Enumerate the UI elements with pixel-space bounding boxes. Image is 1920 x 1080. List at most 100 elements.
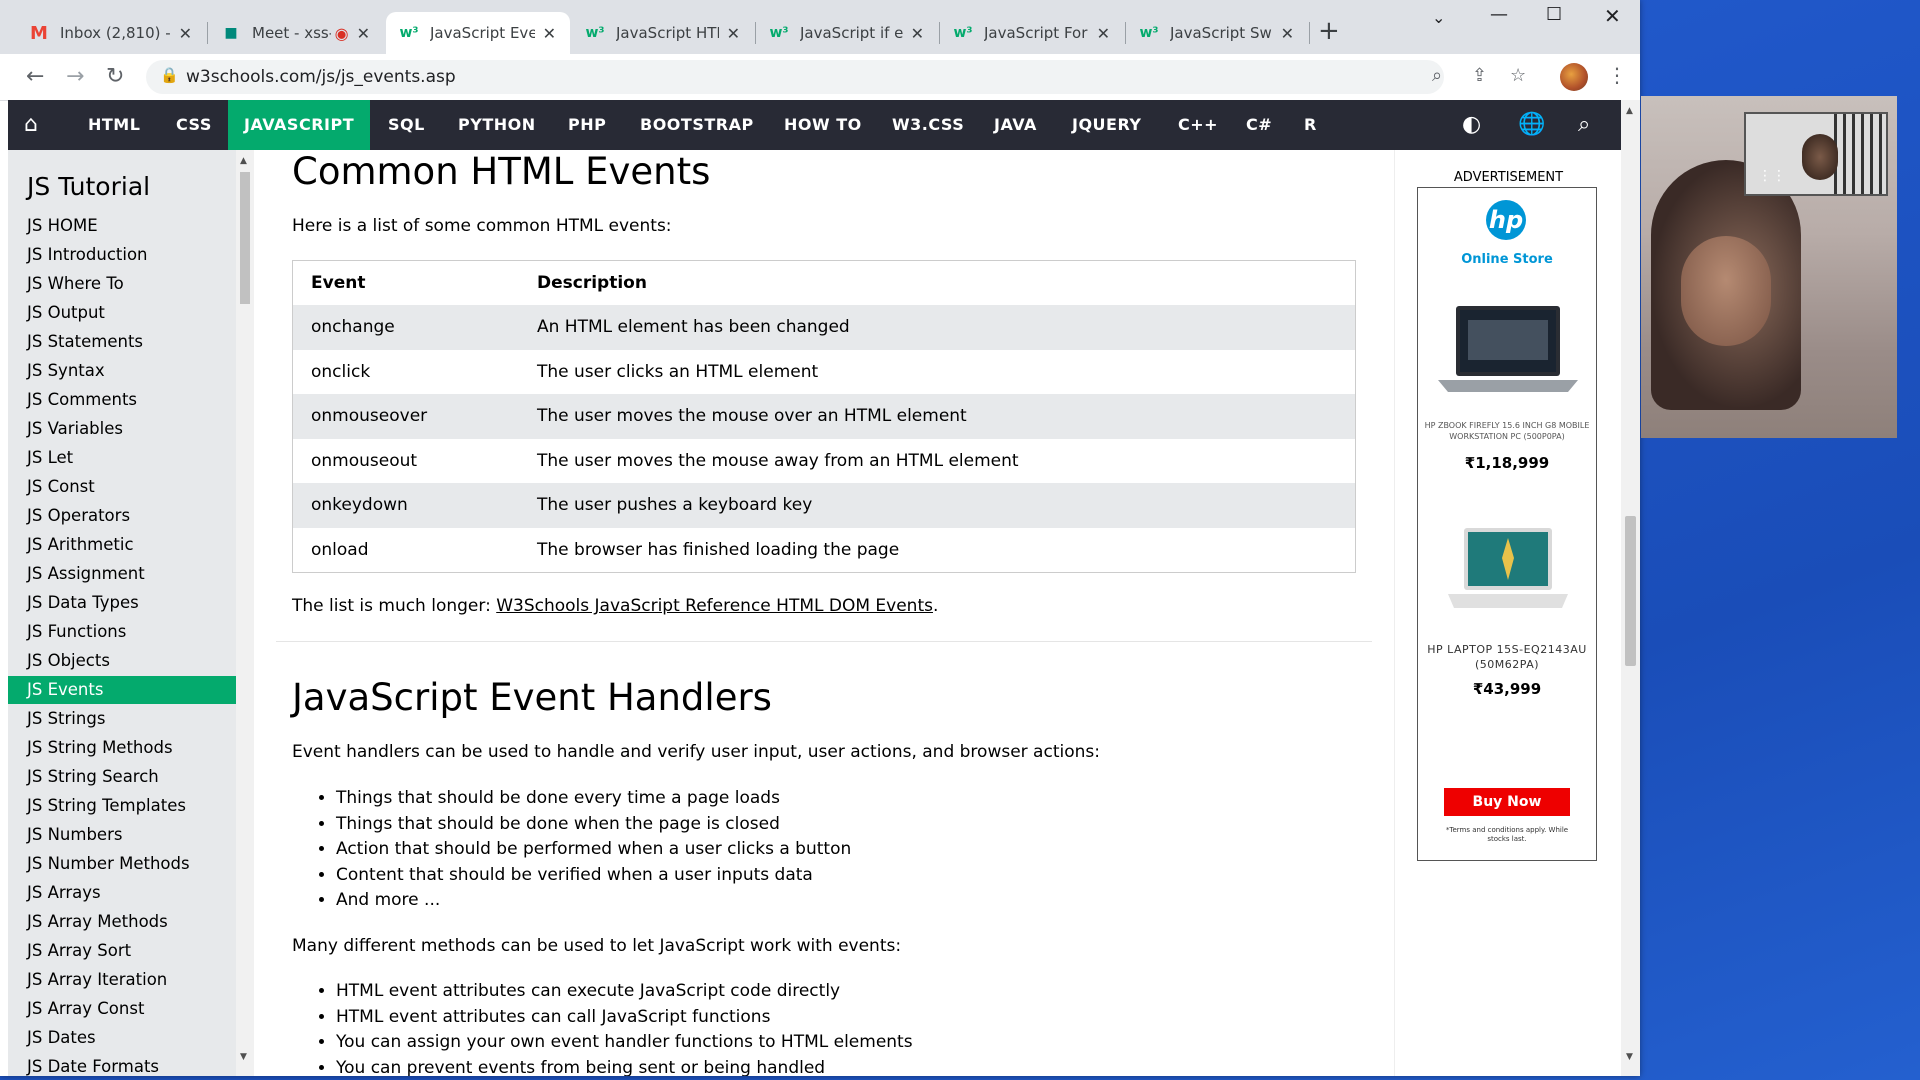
sidebar-item[interactable]: JS Statements — [8, 328, 236, 356]
sidebar-scroll-thumb[interactable] — [240, 172, 250, 304]
address-bar[interactable]: 🔒 w3schools.com/js/js_events.asp ⌕ ⇪ ☆ — [146, 60, 1526, 94]
tab-javascript-if-else[interactable]: w³ JavaScript if els ✕ — [756, 12, 938, 54]
event-description: The browser has finished loading the pag… — [537, 539, 900, 560]
page-scroll-thumb[interactable] — [1625, 516, 1636, 666]
page-scrollbar[interactable]: ▲ ▼ — [1621, 100, 1640, 1076]
tab-javascript-events[interactable]: w³ JavaScript Even ✕ — [386, 12, 570, 54]
participant-face — [1681, 236, 1771, 346]
sidebar-item[interactable]: JS Array Methods — [8, 908, 236, 936]
nav-r[interactable]: R — [1304, 100, 1317, 150]
sidebar-item[interactable]: JS Variables — [8, 415, 236, 443]
nav-javascript[interactable]: JAVASCRIPT — [228, 100, 371, 150]
hp-ad-banner[interactable]: hp Online Store HP ZBOOK FIREFLY 15.6 IN… — [1417, 187, 1597, 861]
nav-bootstrap[interactable]: BOOTSTRAP — [640, 100, 754, 150]
nav-cpp[interactable]: C++ — [1178, 100, 1218, 150]
globe-icon[interactable]: 🌐 — [1518, 112, 1545, 137]
url-text[interactable]: w3schools.com/js/js_events.asp — [186, 67, 456, 87]
scroll-down-arrow-icon[interactable]: ▼ — [1626, 1052, 1633, 1062]
sidebar-item[interactable]: JS Dates — [8, 1024, 236, 1052]
tab-meet[interactable]: ■ Meet - xss- ◉ ✕ — [208, 12, 384, 54]
sidebar-item[interactable]: JS Comments — [8, 386, 236, 414]
sidebar-item[interactable]: JS String Methods — [8, 734, 236, 762]
scroll-up-arrow-icon[interactable]: ▲ — [1626, 106, 1633, 116]
nav-java[interactable]: JAVA — [994, 100, 1037, 150]
minimize-button[interactable]: — — [1490, 4, 1508, 25]
close-icon[interactable]: ✕ — [727, 24, 740, 43]
sidebar-item[interactable]: JS String Templates — [8, 792, 236, 820]
nav-how-to[interactable]: HOW TO — [784, 100, 862, 150]
sidebar-item[interactable]: JS Let — [8, 444, 236, 472]
dom-events-reference-link[interactable]: W3Schools JavaScript Reference HTML DOM … — [496, 596, 933, 616]
close-icon[interactable]: ✕ — [1097, 24, 1110, 43]
sidebar-scrollbar[interactable]: ▲ ▼ — [236, 150, 254, 1076]
back-arrow-icon[interactable]: ← — [26, 64, 44, 89]
nav-php[interactable]: PHP — [568, 100, 606, 150]
main-content: Common HTML Events Here is a list of som… — [254, 150, 1394, 1076]
table-row: onload The browser has finished loading … — [293, 528, 1356, 573]
list-item: And more ... — [336, 888, 851, 914]
sidebar-item[interactable]: JS Numbers — [8, 821, 236, 849]
menu-kebab-icon[interactable]: ⋮ — [1607, 63, 1627, 87]
nav-w3css[interactable]: W3.CSS — [892, 100, 964, 150]
sidebar-item[interactable]: JS Strings — [8, 705, 236, 733]
sidebar-item[interactable]: JS Where To — [8, 270, 236, 298]
close-window-button[interactable]: ✕ — [1604, 4, 1621, 28]
scroll-down-arrow-icon[interactable]: ▼ — [240, 1052, 247, 1062]
nav-csharp[interactable]: C# — [1246, 100, 1272, 150]
handlers-list: Things that should be done every time a … — [310, 786, 851, 914]
sidebar-item[interactable]: JS Const — [8, 473, 236, 501]
search-icon[interactable]: ⌕ — [1578, 112, 1590, 137]
sidebar-item[interactable]: JS Syntax — [8, 357, 236, 385]
sidebar-item[interactable]: JS Data Types — [8, 589, 236, 617]
sidebar-item[interactable]: JS HOME — [8, 212, 236, 240]
sidebar-item[interactable]: JS Array Const — [8, 995, 236, 1023]
contrast-icon[interactable]: ◐ — [1462, 112, 1481, 137]
sidebar-item[interactable]: JS Number Methods — [8, 850, 236, 878]
self-view-video[interactable]: ⋮⋮ — [1744, 112, 1888, 196]
w3schools-icon: w³ — [585, 25, 605, 41]
close-icon[interactable]: ✕ — [357, 24, 370, 43]
zoom-icon[interactable]: ⌕ — [1432, 65, 1442, 86]
tab-javascript-for[interactable]: w³ JavaScript For ✕ — [940, 12, 1124, 54]
sidebar-item[interactable]: JS Array Sort — [8, 937, 236, 965]
close-icon[interactable]: ✕ — [179, 24, 192, 43]
close-icon[interactable]: ✕ — [543, 24, 556, 43]
home-icon[interactable]: ⌂ — [24, 112, 38, 137]
sidebar-item[interactable]: JS Array Iteration — [8, 966, 236, 994]
more-options-icon[interactable]: ⋮⋮ — [1758, 168, 1786, 184]
sidebar-item[interactable]: JS Output — [8, 299, 236, 327]
close-icon[interactable]: ✕ — [1281, 24, 1294, 43]
sidebar-item[interactable]: JS Events — [8, 676, 236, 704]
sidebar-item[interactable]: JS Objects — [8, 647, 236, 675]
recording-icon: ◉ — [334, 23, 349, 43]
nav-sql[interactable]: SQL — [388, 100, 425, 150]
nav-python[interactable]: PYTHON — [458, 100, 536, 150]
nav-css[interactable]: CSS — [176, 100, 212, 150]
sidebar-item[interactable]: JS Assignment — [8, 560, 236, 588]
bookmark-star-icon[interactable]: ☆ — [1510, 65, 1526, 86]
buy-now-button[interactable]: Buy Now — [1444, 788, 1570, 816]
lock-icon[interactable]: 🔒 — [160, 66, 179, 84]
tab-gmail[interactable]: M Inbox (2,810) - ✕ — [16, 12, 206, 54]
tab-javascript-html[interactable]: w³ JavaScript HTM ✕ — [572, 12, 754, 54]
forward-arrow-icon[interactable]: → — [66, 64, 84, 89]
profile-avatar[interactable] — [1560, 63, 1588, 91]
sidebar-item[interactable]: JS String Search — [8, 763, 236, 791]
sidebar-item[interactable]: JS Arrays — [8, 879, 236, 907]
maximize-button[interactable]: ☐ — [1546, 4, 1562, 25]
close-icon[interactable]: ✕ — [911, 24, 924, 43]
sidebar-item[interactable]: JS Functions — [8, 618, 236, 646]
sidebar-item[interactable]: JS Arithmetic — [8, 531, 236, 559]
self-view-face — [1802, 134, 1838, 180]
reload-icon[interactable]: ↻ — [106, 64, 124, 89]
sidebar-item[interactable]: JS Operators — [8, 502, 236, 530]
scroll-up-arrow-icon[interactable]: ▲ — [240, 156, 247, 166]
tab-search-icon[interactable]: ⌄ — [1432, 8, 1445, 27]
tab-javascript-switch[interactable]: w³ JavaScript Swit ✕ — [1126, 12, 1308, 54]
nav-jquery[interactable]: JQUERY — [1072, 100, 1142, 150]
nav-html[interactable]: HTML — [88, 100, 140, 150]
share-icon[interactable]: ⇪ — [1472, 65, 1487, 86]
sidebar-item[interactable]: JS Date Formats — [8, 1053, 236, 1076]
sidebar-item[interactable]: JS Introduction — [8, 241, 236, 269]
new-tab-button[interactable]: + — [1318, 16, 1340, 46]
